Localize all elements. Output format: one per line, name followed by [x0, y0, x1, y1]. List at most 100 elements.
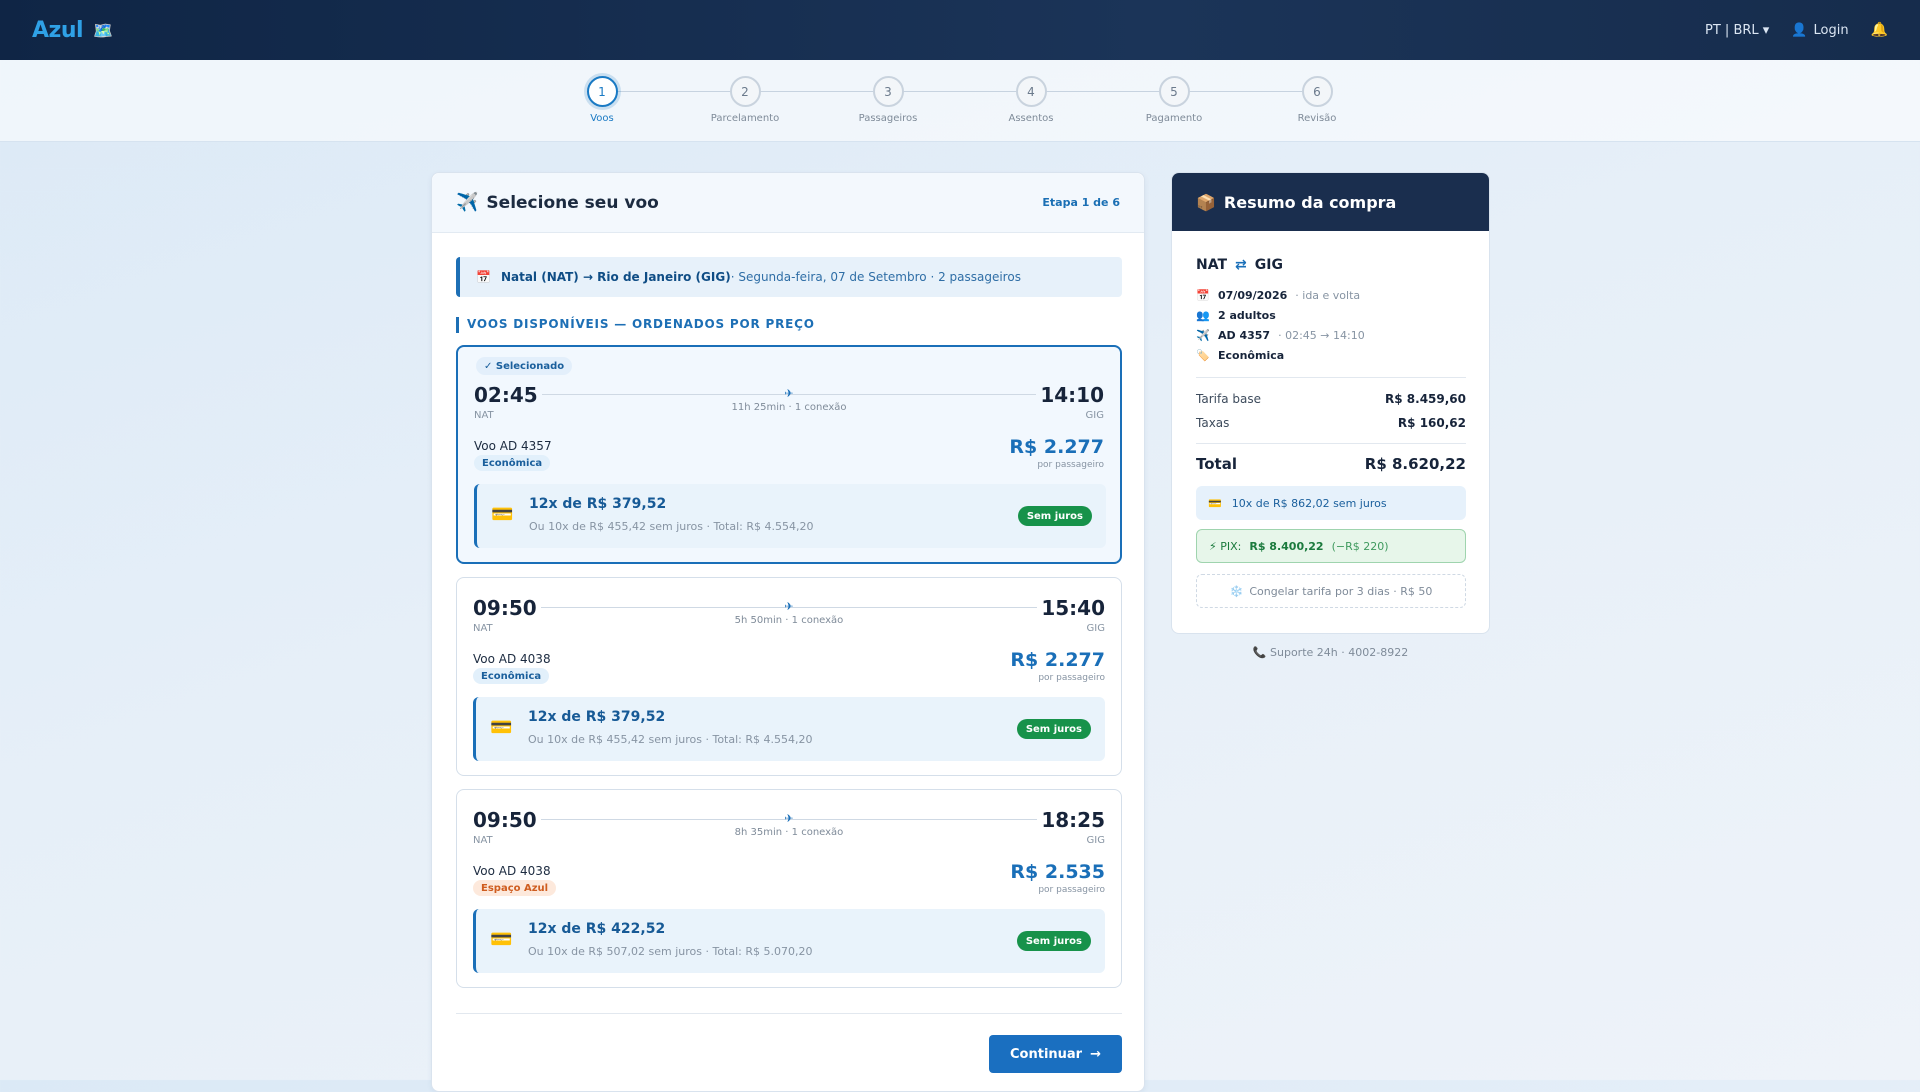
base-fare-label: Tarifa base: [1196, 392, 1261, 406]
step-parcelamento[interactable]: 2 Parcelamento: [700, 76, 790, 124]
summary-date-line: 📅 07/09/2026 · ida e volta: [1196, 289, 1360, 302]
base-fare-value: R$ 8.459,60: [1385, 392, 1466, 406]
step-passageiros[interactable]: 3 Passageiros: [843, 76, 933, 124]
step-revisao[interactable]: 6 Revisão: [1272, 76, 1362, 124]
passenger-count: 2 adultos: [1218, 309, 1276, 322]
arrival-code: GIG: [1085, 410, 1104, 421]
language-currency-selector[interactable]: PT | BRL ▾: [1705, 23, 1769, 38]
flight-price: R$ 2.277: [1010, 649, 1105, 671]
taxes-label: Taxas: [1196, 416, 1230, 430]
origin-code: NAT: [1196, 257, 1228, 273]
no-interest-badge: Sem juros: [1016, 931, 1091, 951]
flight-price: R$ 2.535: [1010, 861, 1105, 883]
total-label: Total: [1196, 455, 1237, 473]
flight-option[interactable]: ✓ Selecionado 02:45 14:10 NAT GIG ✈ 11h …: [456, 345, 1122, 564]
summary-header: 📦 Resumo da compra: [1172, 173, 1489, 231]
total-row: Total R$ 8.620,22: [1196, 455, 1466, 473]
top-navbar: Azul 🗺️ PT | BRL ▾ 👤 Login 🔔: [0, 0, 1920, 60]
pix-offer[interactable]: ⚡ PIX: R$ 8.400,22 (−R$ 220): [1196, 529, 1466, 563]
departure-time: 02:45: [474, 383, 538, 407]
section-title: VOOS DISPONÍVEIS — ORDENADOS POR PREÇO: [456, 317, 815, 333]
departure-time: 09:50: [473, 808, 537, 832]
departure-code: NAT: [473, 623, 493, 634]
arrival-time: 15:40: [1041, 596, 1105, 620]
airplane-icon: ✈: [784, 387, 794, 400]
divider: [456, 1013, 1122, 1014]
flight-number: Voo AD 4038: [473, 652, 551, 666]
price-per-passenger: por passageiro: [1038, 885, 1105, 895]
progress-stepper-bar: 1 Voos 2 Parcelamento 3 Passageiros 4 As…: [0, 60, 1920, 142]
step-number: 2: [729, 76, 761, 107]
summary-route: NAT ⇄ GIG: [1196, 257, 1283, 273]
step-number: 5: [1158, 76, 1190, 107]
swap-icon: ⇄: [1235, 257, 1247, 273]
route-line: ✈ 5h 50min · 1 conexão: [541, 600, 1037, 626]
progress-stepper: 1 Voos 2 Parcelamento 3 Passageiros 4 As…: [586, 76, 1336, 136]
price-per-passenger: por passageiro: [1037, 460, 1104, 470]
installment-detail: Ou 10x de R$ 455,42 sem juros · Total: R…: [528, 733, 813, 746]
tag-icon: 🏷️: [1196, 349, 1210, 362]
arrival-time: 18:25: [1041, 808, 1105, 832]
airplane-icon: ✈️: [456, 192, 479, 213]
installment-detail: Ou 10x de R$ 455,42 sem juros · Total: R…: [529, 520, 814, 533]
summary-cabin: Econômica: [1218, 349, 1285, 362]
calendar-icon: 📅: [1196, 289, 1210, 302]
route-line: ✈ 11h 25min · 1 conexão: [542, 387, 1036, 413]
arrow-right-icon: →: [1090, 1046, 1101, 1062]
divider: [1196, 377, 1466, 378]
summary-installments-text: 10x de R$ 862,02 sem juros: [1231, 496, 1387, 510]
continue-button[interactable]: Continuar →: [989, 1035, 1122, 1073]
pix-label: ⚡ PIX:: [1209, 539, 1242, 553]
flight-number: Voo AD 4357: [474, 439, 552, 453]
package-icon: 📦: [1196, 192, 1216, 212]
summary-installments: 💳 10x de R$ 862,02 sem juros: [1196, 486, 1466, 520]
top-right-controls: PT | BRL ▾ 👤 Login 🔔: [1705, 22, 1888, 38]
no-interest-badge: Sem juros: [1017, 506, 1092, 526]
selected-badge: ✓ Selecionado: [476, 357, 573, 375]
route-text: Natal (NAT) → Rio de Janeiro (GIG): [500, 270, 731, 284]
flight-option[interactable]: 09:50 15:40 NAT GIG ✈ 5h 50min · 1 conex…: [456, 577, 1122, 776]
login-link[interactable]: 👤 Login: [1791, 23, 1848, 38]
continue-label: Continuar: [1010, 1046, 1083, 1062]
bell-icon[interactable]: 🔔: [1871, 22, 1888, 38]
total-value: R$ 8.620,22: [1364, 455, 1466, 473]
flight-duration: 8h 35min · 1 conexão: [734, 827, 844, 838]
installment-main: 12x de R$ 379,52: [528, 709, 666, 725]
installment-box[interactable]: 💳 12x de R$ 379,52 Ou 10x de R$ 455,42 s…: [474, 484, 1106, 548]
azul-logo[interactable]: Azul: [32, 18, 84, 43]
map-flag-icon: 🗺️: [93, 20, 113, 40]
step-label: Parcelamento: [710, 113, 780, 124]
flight-duration: 5h 50min · 1 conexão: [734, 615, 844, 626]
flight-price: R$ 2.277: [1009, 436, 1104, 458]
summary-cabin-line: 🏷️ Econômica: [1196, 349, 1284, 362]
airplane-icon: ✈️: [1196, 329, 1210, 342]
destination-code: GIG: [1254, 257, 1283, 273]
installment-box[interactable]: 💳 12x de R$ 422,52 Ou 10x de R$ 507,02 s…: [473, 909, 1105, 973]
cabin-badge: Econômica: [474, 455, 551, 471]
divider: [1196, 443, 1466, 444]
pix-discount: (−R$ 220): [1331, 539, 1389, 553]
freeze-fare-button[interactable]: ❄️ Congelar tarifa por 3 dias · R$ 50: [1196, 574, 1466, 608]
step-label: Passageiros: [858, 113, 918, 124]
departure-code: NAT: [474, 410, 494, 421]
pix-value: R$ 8.400,22: [1249, 539, 1324, 553]
summary-flight-line: ✈️ AD 4357 · 02:45 → 14:10: [1196, 329, 1365, 342]
step-number: 3: [872, 76, 904, 107]
flight-option[interactable]: 09:50 18:25 NAT GIG ✈ 8h 35min · 1 conex…: [456, 789, 1122, 988]
installment-box[interactable]: 💳 12x de R$ 379,52 Ou 10x de R$ 455,42 s…: [473, 697, 1105, 761]
step-assentos[interactable]: 4 Assentos: [986, 76, 1076, 124]
step-label: Revisão: [1297, 113, 1337, 124]
credit-card-icon: 💳: [490, 717, 513, 738]
taxes-row: Taxas R$ 160,62: [1196, 416, 1466, 430]
taxes-value: R$ 160,62: [1397, 416, 1466, 430]
step-pagamento[interactable]: 5 Pagamento: [1129, 76, 1219, 124]
installment-main: 12x de R$ 422,52: [528, 921, 666, 937]
support-info: 📞 Suporte 24h · 4002-8922: [1252, 646, 1409, 659]
arrival-code: GIG: [1086, 623, 1105, 634]
page-title-text: Selecione seu voo: [486, 192, 659, 213]
step-voos[interactable]: 1 Voos: [557, 76, 647, 124]
step-label: Pagamento: [1145, 113, 1203, 124]
trip-type: · ida e volta: [1295, 289, 1361, 302]
freeze-fare-label: Congelar tarifa por 3 dias · R$ 50: [1249, 584, 1433, 598]
brand[interactable]: Azul 🗺️: [32, 18, 113, 43]
